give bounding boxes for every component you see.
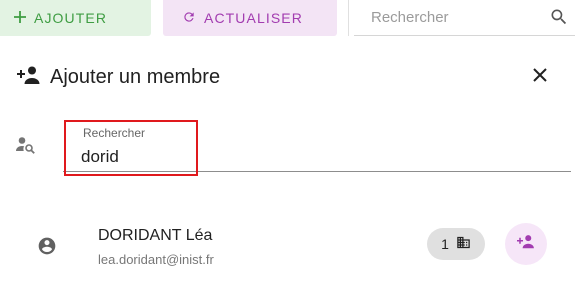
plus-icon xyxy=(14,10,26,26)
member-result-row: DORIDANT Léa lea.doridant@inist.fr 1 xyxy=(0,215,575,275)
toolbar-search-input[interactable] xyxy=(354,9,534,26)
account-circle-icon xyxy=(37,236,57,261)
member-name: DORIDANT Léa xyxy=(98,227,213,244)
person-search-icon xyxy=(16,136,36,159)
add-button[interactable]: AJOUTER xyxy=(0,0,151,36)
close-icon xyxy=(533,67,547,87)
organization-count: 1 xyxy=(441,236,449,252)
add-button-label: AJOUTER xyxy=(34,10,108,26)
member-search-field: Rechercher xyxy=(63,119,571,172)
refresh-icon xyxy=(182,10,196,27)
member-email: lea.doridant@inist.fr xyxy=(98,252,214,267)
toolbar-search xyxy=(354,0,575,36)
member-search-label: Rechercher xyxy=(83,126,146,140)
refresh-button[interactable]: ACTUALISER xyxy=(163,0,337,36)
refresh-button-label: ACTUALISER xyxy=(204,10,303,26)
member-search-input[interactable] xyxy=(81,146,551,168)
person-add-icon xyxy=(16,65,42,90)
person-add-icon xyxy=(516,234,536,254)
dialog-title: Ajouter un membre xyxy=(50,65,221,88)
building-icon xyxy=(456,235,471,253)
toolbar-divider xyxy=(348,0,349,36)
close-button[interactable] xyxy=(527,64,553,90)
organization-count-chip[interactable]: 1 xyxy=(427,228,485,260)
search-icon[interactable] xyxy=(549,7,569,32)
toolbar: AJOUTER ACTUALISER xyxy=(0,0,575,38)
dialog-header: Ajouter un membre xyxy=(16,64,220,90)
add-member-button[interactable] xyxy=(505,223,547,265)
